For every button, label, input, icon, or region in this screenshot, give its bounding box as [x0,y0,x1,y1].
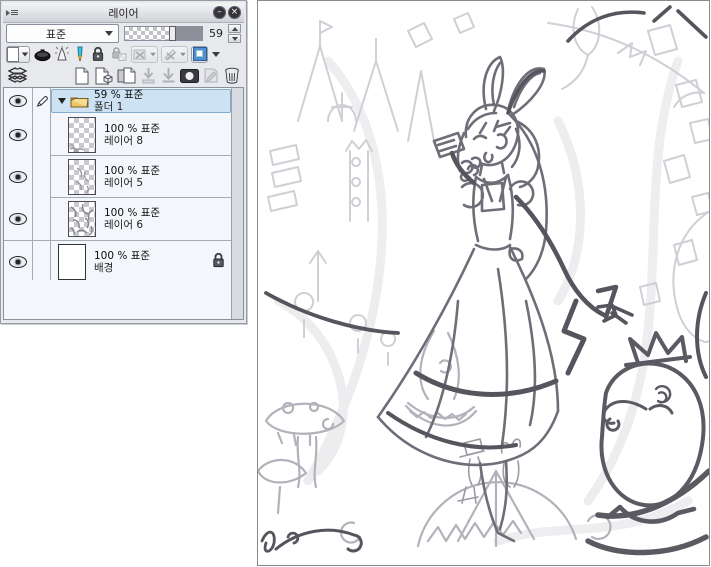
layer-tools-row [3,44,244,64]
layer-thumbnail [68,201,96,237]
layer-rows: 59 % 표준 폴더 1 100 % 표준 레이어 8 100 % 표준 레이어… [4,88,232,283]
layer-name: 레이어 5 [104,176,143,189]
folder-icon [70,97,89,108]
pen-icon[interactable] [72,46,86,63]
chevron-down-icon [105,31,114,36]
panel-title: 레이어 [108,6,139,20]
layer-info: 100 % 표준 [104,164,161,177]
close-button[interactable]: × [228,6,241,19]
selected-row-highlight: 59 % 표준 폴더 1 [51,89,231,113]
visibility-eye-icon[interactable] [9,171,27,183]
layer-list-scrollbar[interactable] [231,88,243,319]
layer-name: 배경 [94,261,114,274]
layer-row[interactable]: 100 % 표준 레이어 5 [4,156,232,198]
layer-info: 100 % 표준 [104,122,161,135]
new-layer-icon[interactable] [72,67,91,84]
layer-thumbnail [68,116,96,153]
ink-icon[interactable] [33,46,51,63]
layer-info: 100 % 표준 [94,249,151,262]
visibility-eye-icon[interactable] [9,95,27,107]
minimize-button[interactable]: – [213,6,226,19]
layer-ops-row [3,64,244,87]
layer-row[interactable]: 100 % 표준 레이어 8 [4,114,232,156]
blend-mode-select[interactable]: 표준 [6,24,120,43]
blend-row: 표준 59 [3,23,244,44]
canvas[interactable] [257,0,710,566]
lock-alpha-icon[interactable] [109,46,128,63]
delete-layer-icon[interactable] [222,67,241,84]
paper-color-swatch[interactable] [6,45,30,63]
layer-color-swatch[interactable] [191,45,208,63]
layer-name: 레이어 8 [104,134,143,147]
opacity-slider-handle[interactable] [168,26,176,41]
duplicate-layer-icon[interactable] [116,67,137,84]
stencil-off-icon[interactable] [161,45,188,63]
layer-list: 59 % 표준 폴더 1 100 % 표준 레이어 8 100 % 표준 레이어… [3,87,244,320]
folder-expand-icon[interactable] [58,98,66,104]
locked-icon [211,252,226,272]
layer-row-folder[interactable]: 59 % 표준 폴더 1 [4,88,232,114]
sketch-egg-character [585,331,709,556]
layer-name: 폴더 1 [94,101,124,113]
layer-row[interactable]: 100 % 표준 레이어 6 [4,198,232,240]
new-layer-set-icon[interactable] [93,67,114,85]
layer-color-dropdown-icon[interactable] [211,46,221,63]
layer-thumbnail [68,158,96,195]
opacity-value: 59 [209,27,224,40]
opacity-slider[interactable] [124,26,203,41]
layer-name: 레이어 6 [104,219,143,231]
blend-mode-value: 표준 [45,27,67,41]
airbrush-icon[interactable] [54,46,69,63]
layers-stack-icon[interactable] [6,67,30,84]
transfer-down-icon[interactable] [139,67,157,84]
panel-titlebar: 레이어 – × [3,3,244,23]
visibility-eye-icon[interactable] [9,213,27,225]
visibility-eye-icon[interactable] [9,129,27,141]
lock-icon[interactable] [89,46,106,63]
layer-mask-icon[interactable] [179,67,200,84]
sketch-soft-shading [273,56,693,546]
visibility-eye-icon[interactable] [9,255,27,268]
stencil-icon[interactable] [202,67,220,84]
opacity-down-button[interactable] [228,34,242,43]
sketch-drawing [258,5,709,556]
layer-row-background[interactable]: 100 % 표준 배경 [4,240,232,283]
layer-info: 59 % 표준 [94,89,144,101]
merge-down-icon[interactable] [159,67,177,84]
clip-mask-off-icon[interactable] [131,45,158,63]
layer-panel-window: 레이어 – × 표준 59 59 % 표준 폴더 1 100 % 표준 레이어 … [0,0,247,324]
sketch-girl [376,55,560,543]
layer-list-empty-area [4,280,232,319]
editing-pen-icon [32,88,50,114]
opacity-up-button[interactable] [228,24,242,33]
layer-info: 100 % 표준 [104,207,161,219]
layer-thumbnail [58,243,86,280]
sketch-castle-and-cards [267,6,709,366]
